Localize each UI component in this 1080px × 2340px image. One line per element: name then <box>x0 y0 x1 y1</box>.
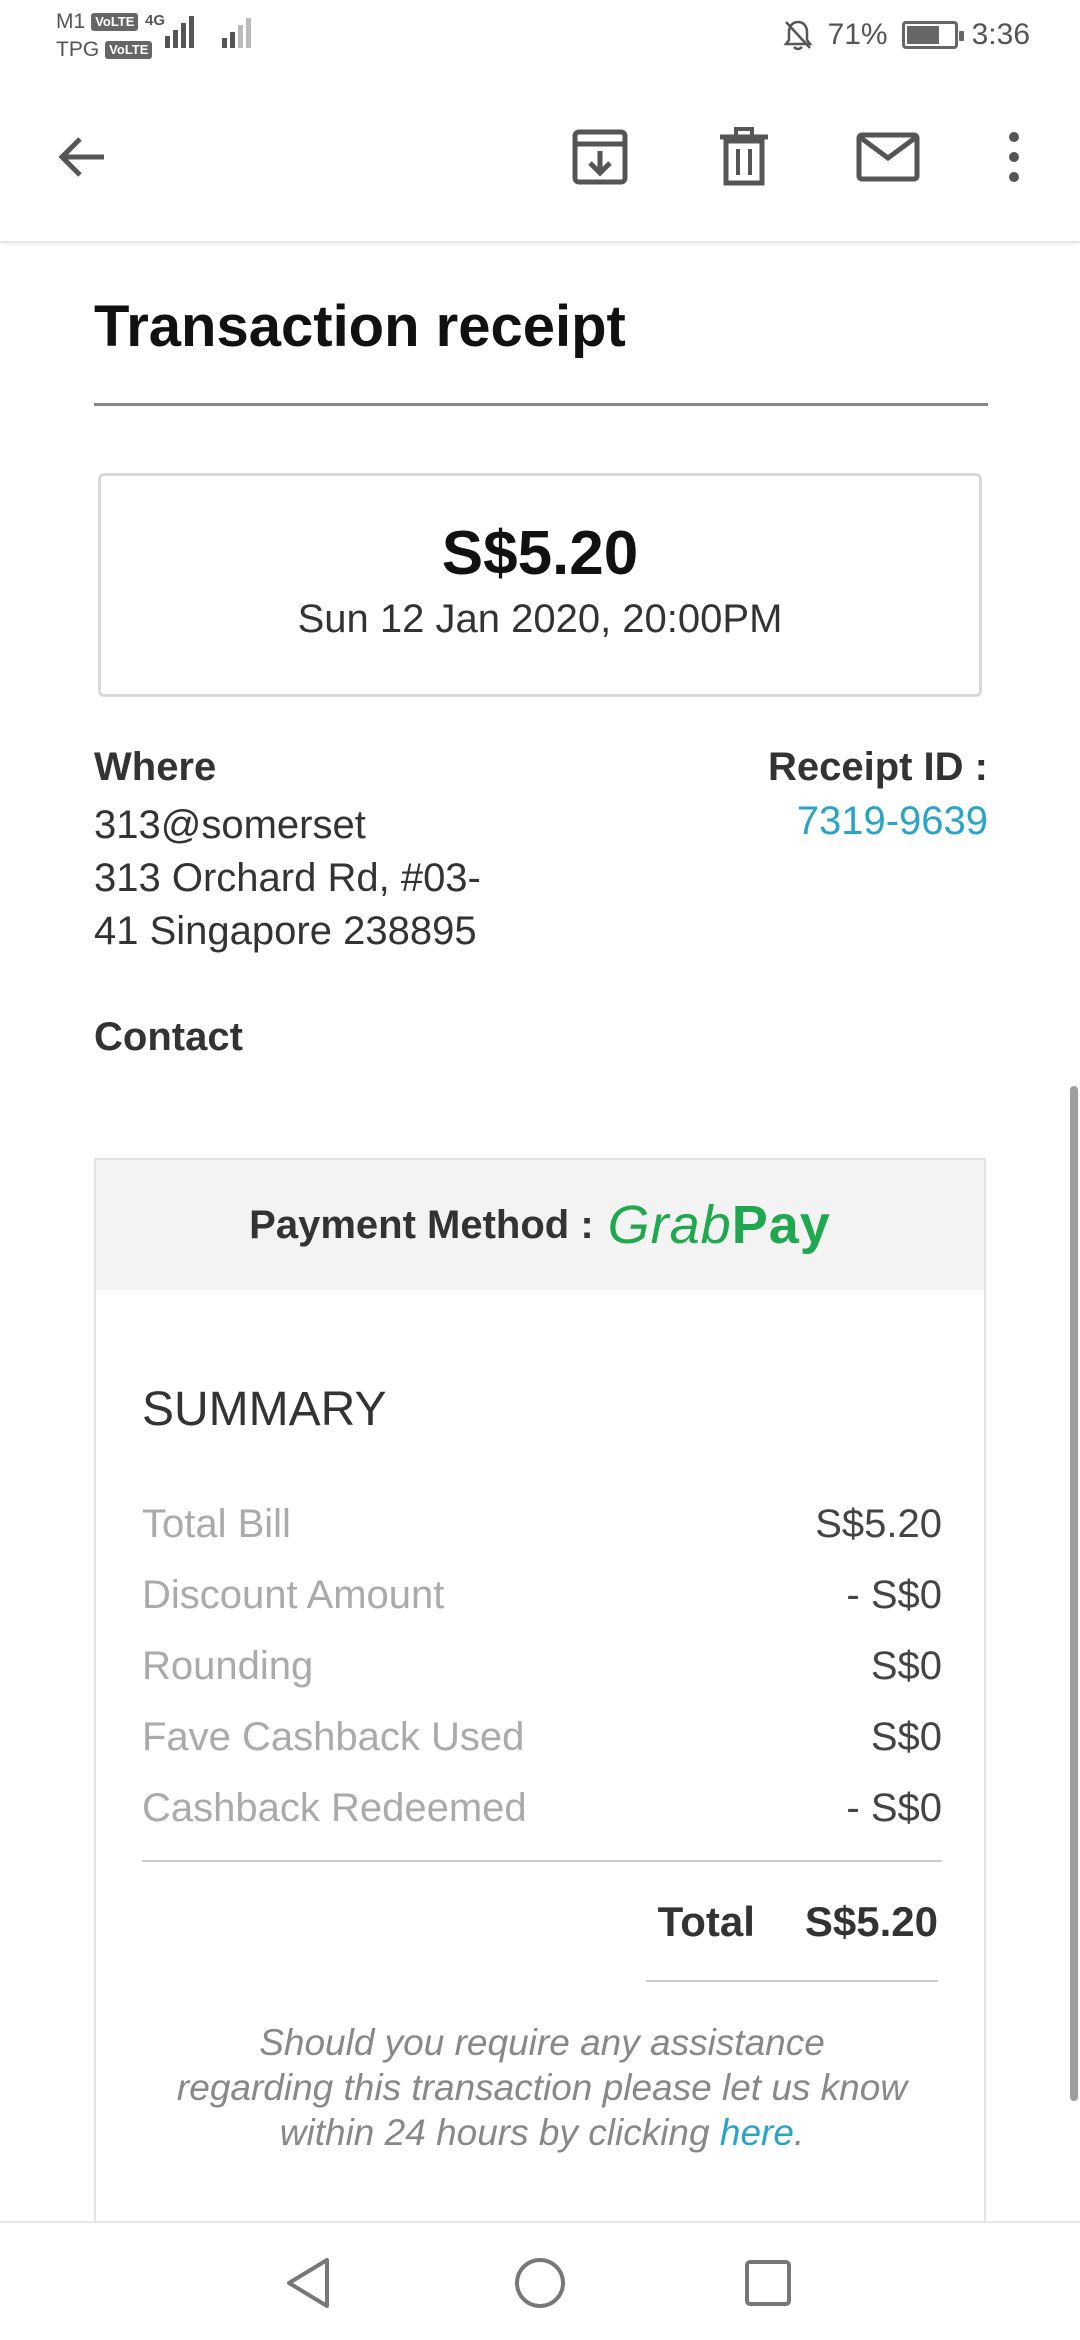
volte-badge: VoLTE <box>91 13 139 31</box>
summary-title: SUMMARY <box>142 1383 387 1436</box>
nav-back-icon <box>287 2258 329 2308</box>
summary-row: Total Bill S$5.20 <box>142 1502 942 1547</box>
more-vertical-icon <box>1009 132 1019 182</box>
receipt-title: Transaction receipt <box>94 294 626 359</box>
address-line-2: 41 Singapore 238895 <box>94 909 477 953</box>
more-options-button[interactable] <box>974 117 1054 197</box>
assistance-note: Should you require any assistance regard… <box>176 2020 908 2155</box>
summary-value: S$0 <box>870 1644 942 1688</box>
scrollbar[interactable] <box>1070 1086 1078 2101</box>
back-button[interactable] <box>42 117 122 197</box>
nav-recents-icon <box>745 2260 791 2306</box>
summary-label: Fave Cashback Used <box>142 1715 525 1759</box>
email-toolbar <box>0 75 1080 243</box>
summary-value: - S$0 <box>846 1786 942 1830</box>
system-nav-bar <box>0 2221 1080 2340</box>
contact-label: Contact <box>94 1015 243 1059</box>
where-address: 313@somerset 313 Orchard Rd, #03- 41 Sin… <box>94 799 554 958</box>
receipt-id-label: Receipt ID : <box>767 745 988 789</box>
carrier-2: TPG <box>56 38 100 61</box>
divider <box>142 1860 942 1862</box>
help-link[interactable]: here <box>720 2112 794 2153</box>
delete-button[interactable] <box>704 117 784 197</box>
summary-row: Cashback Redeemed - S$0 <box>142 1786 942 1831</box>
amount: S$5.20 <box>441 519 639 588</box>
status-right: 71% 3:36 <box>782 18 1030 52</box>
arrow-left-icon <box>58 137 104 177</box>
address-line-1: 313 Orchard Rd, #03- <box>94 856 481 900</box>
payment-method-label: Payment Method : <box>249 1202 594 1247</box>
archive-button[interactable] <box>560 117 640 197</box>
summary-label: Rounding <box>142 1644 314 1688</box>
network-type: 4G <box>145 12 166 29</box>
payment-card: Payment Method : Grab Pay SUMMARY Total B… <box>94 1158 986 2221</box>
summary-label: Total Bill <box>142 1502 291 1546</box>
assistance-end: . <box>793 2112 805 2153</box>
trash-icon <box>720 127 768 186</box>
total-row: Total S$5.20 <box>658 1898 938 1946</box>
status-bar: M1 VoLTE TPG VoLTE 4G 71% 3:36 <box>0 0 1080 75</box>
divider <box>94 403 988 406</box>
summary-label: Discount Amount <box>142 1573 445 1617</box>
mail-icon <box>856 132 920 182</box>
summary-value: S$0 <box>870 1715 942 1759</box>
summary-value: S$5.20 <box>815 1502 942 1546</box>
nav-home-icon <box>515 2258 565 2308</box>
merchant-name: 313@somerset <box>94 803 366 847</box>
total-value: S$5.20 <box>804 1898 938 1945</box>
battery-icon <box>901 21 964 49</box>
nav-home-button[interactable] <box>504 2247 576 2319</box>
where-label: Where <box>94 745 217 789</box>
transaction-date: Sun 12 Jan 2020, 20:00PM <box>297 597 783 641</box>
summary-label: Cashback Redeemed <box>142 1786 527 1830</box>
summary-row: Fave Cashback Used S$0 <box>142 1715 942 1760</box>
mark-unread-button[interactable] <box>848 117 928 197</box>
email-body[interactable]: Transaction receipt S$5.20 Sun 12 Jan 20… <box>0 243 1080 2221</box>
grabpay-logo: Grab Pay <box>607 1195 831 1255</box>
nav-recents-button[interactable] <box>732 2247 804 2319</box>
nav-back-button[interactable] <box>272 2247 344 2319</box>
summary-row: Rounding S$0 <box>142 1644 942 1689</box>
carrier-info: M1 VoLTE TPG VoLTE <box>56 8 153 64</box>
carrier-1: M1 <box>56 10 86 33</box>
total-label: Total <box>657 1898 755 1945</box>
signal-icon <box>222 14 251 48</box>
summary-value: - S$0 <box>846 1573 942 1617</box>
bell-off-icon <box>783 20 813 51</box>
battery-percent: 71% <box>827 18 888 51</box>
clock: 3:36 <box>971 18 1030 51</box>
volte-badge: VoLTE <box>105 41 153 59</box>
signal-icon <box>165 14 194 48</box>
divider <box>646 1980 938 1982</box>
summary-row: Discount Amount - S$0 <box>142 1573 942 1618</box>
payment-method-header: Payment Method : Grab Pay <box>96 1160 984 1290</box>
amount-card: S$5.20 Sun 12 Jan 2020, 20:00PM <box>98 473 982 697</box>
archive-icon <box>572 129 628 185</box>
receipt-id-link[interactable]: 7319-9639 <box>797 799 988 844</box>
